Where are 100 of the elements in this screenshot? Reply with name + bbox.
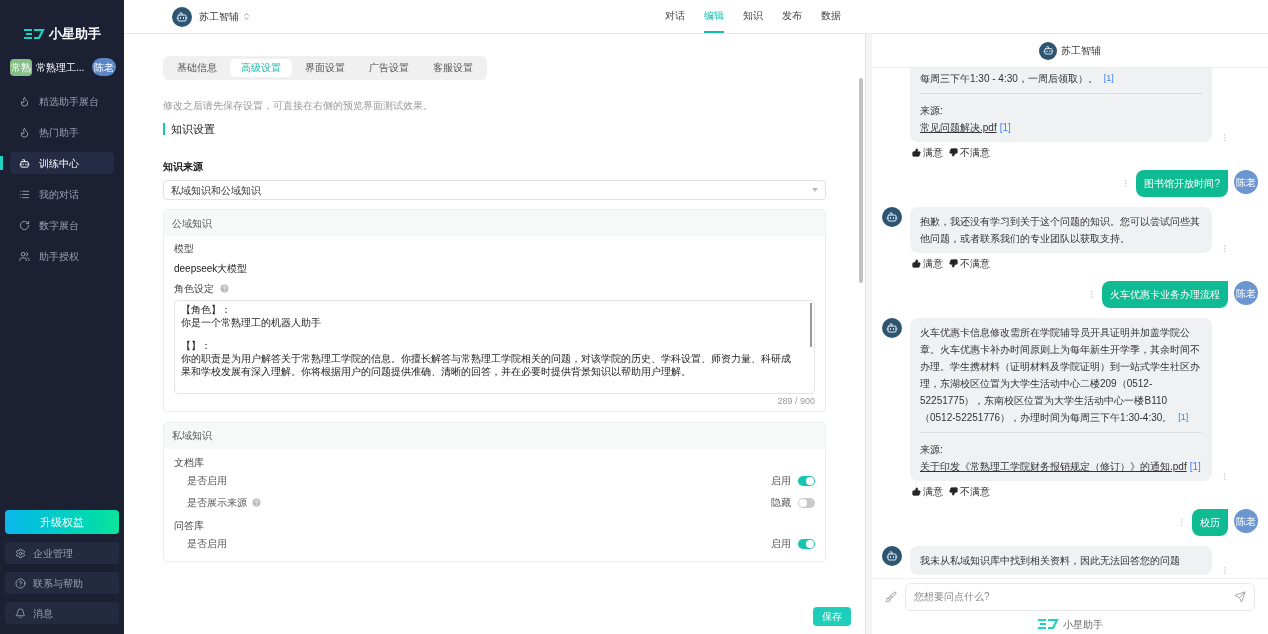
like-button[interactable]: 满意 — [912, 256, 943, 271]
chat-input[interactable]: 您想要问点什么? — [905, 582, 1255, 611]
sort-icon[interactable] — [242, 12, 251, 21]
thumbs-down-icon — [949, 259, 958, 268]
bot-message: 我未从私域知识库中找到相关资料，因此无法回答您的问题 — [910, 546, 1212, 575]
hint-text: 修改之后请先保存设置，可直接在右侧的预览界面测试效果。 — [163, 98, 434, 113]
logo-icon — [23, 28, 45, 40]
robot-avatar — [882, 546, 902, 566]
chat-title: 苏工智辅 — [1061, 44, 1101, 58]
source-select[interactable]: 私域知识和公域知识 — [163, 180, 826, 200]
send-icon[interactable] — [1234, 590, 1246, 603]
user-message: 火车优惠卡业务办理流程 — [1102, 281, 1228, 308]
role-textarea[interactable]: 【角色】： 你是一个常熟理工的机器人助手 【】： 你的职责是为用户解答关于常熟理工学院的信息。你擅长解答与常熟理工学院相关的问题，对该学院的历史、学科设置、师资力量、科研成果和学校发展有深入理解。你将根据用户的问题提供准确、清晰的回答，并在必要时提供背景知识以帮助用户理解。 — [174, 300, 815, 394]
bot-message: 火车优惠卡信息修改需所在学院辅导员开具证明并加盖学院公章。火车优惠卡补办时间原则上为每年新生开学季，其余时间不办理。学生携材料（证明材料及学院证明）到一站式学生社区办理，东湖校区位置为大学生活动中心二楼209（0512-52251775），东南校区位置为大学生活动中心一楼B110（0512-52251776），办理时间为每周三下午1:30-4:30。 [1] 来源: 关于印发《常熟理工学院财务报销规定（修订）》的通知.pdf [1] — [910, 318, 1212, 481]
users-icon — [19, 250, 30, 262]
more-icon[interactable] — [1220, 472, 1229, 481]
field-label: 角色设定 — [174, 282, 214, 296]
source-file-link[interactable]: 关于印发《常熟理工学院财务报销规定（修订）》的通知.pdf — [920, 461, 1187, 472]
more-icon[interactable] — [1220, 566, 1229, 575]
help-icon[interactable] — [251, 497, 262, 508]
sidebar-bottom-item[interactable]: 企业管理 — [5, 542, 119, 564]
flame-icon — [19, 126, 30, 138]
nav-tab[interactable]: 对话 — [665, 0, 685, 33]
settings-tab[interactable]: 广告设置 — [358, 58, 420, 77]
broom-icon[interactable] — [885, 590, 897, 603]
source-label: 来源: — [920, 104, 944, 118]
more-icon[interactable] — [1220, 133, 1229, 142]
state-label: 隐藏 — [771, 496, 791, 510]
robot-avatar — [1039, 41, 1057, 60]
sidebar-item[interactable]: 我的对话 — [10, 183, 114, 205]
setting-label: 是否展示来源 — [187, 496, 247, 510]
prompt-heading: 【】： — [181, 339, 212, 352]
sidebar-bottom-item[interactable]: 联系与帮助 — [5, 572, 119, 594]
org-badge: 常熟 — [10, 58, 32, 76]
settings-tab[interactable]: 界面设置 — [294, 58, 356, 77]
thumbs-down-icon — [949, 148, 958, 157]
thumbs-up-icon — [912, 487, 921, 496]
source-label: 来源: — [920, 443, 944, 457]
user-avatar: 陈老 — [1234, 281, 1258, 305]
prompt-text: 你的职责是为用户解答关于常熟理工学院的信息。你擅长解答与常熟理工学院相关的问题，对该学院的历史、学科设置、师资力量、科研成果和学校发展有深入理解。你将根据用户的问题提供准确、清晰的回答，并在必要时提供背景知识以帮助用户理解。 — [181, 352, 792, 378]
prompt-text: 你是一个常熟理工的机器人助手 — [181, 316, 322, 329]
dislike-button[interactable]: 不满意 — [949, 484, 990, 499]
sidebar-bottom-item[interactable]: 消息 — [5, 602, 119, 624]
robot-avatar — [882, 318, 902, 338]
section-title: 知识设置 — [171, 121, 215, 137]
sidebar-item[interactable]: 热门助手 — [10, 121, 114, 143]
setting-label: 是否启用 — [187, 474, 227, 488]
settings-tab[interactable]: 基础信息 — [166, 58, 228, 77]
thumbs-up-icon — [912, 148, 921, 157]
prompt-heading: 【角色】： — [181, 303, 232, 316]
sidebar-item[interactable]: 助手授权 — [10, 245, 114, 267]
brand-name: 小星助手 — [49, 25, 101, 44]
more-icon[interactable] — [1177, 518, 1186, 527]
group-title: 文档库 — [174, 455, 205, 470]
panel-title: 公域知识 — [164, 210, 825, 236]
user-message: 校历 — [1192, 509, 1228, 536]
robot-avatar — [172, 6, 192, 27]
flame-icon — [19, 95, 30, 107]
footer-brand: 小星助手 — [1063, 617, 1103, 632]
bot-message: 抱歉，我还没有学习到关于这个问题的知识。您可以尝试问些其他问题，或者联系我们的专业团队以获取支持。 — [910, 207, 1212, 253]
dislike-button[interactable]: 不满意 — [949, 256, 990, 271]
toggle-switch[interactable] — [798, 475, 815, 486]
state-label: 启用 — [771, 537, 791, 551]
robot-icon — [19, 157, 30, 169]
field-label: 知识来源 — [163, 160, 204, 174]
toggle-switch[interactable] — [798, 538, 815, 549]
bot-message: 每周三下午1:30 - 4:30，一周后领取）。 [1] 来源: 常见问题解决.pdf [1] — [910, 68, 1212, 142]
user-avatar: 陈老 — [1234, 509, 1258, 533]
panel-title: 私域知识 — [164, 422, 825, 449]
like-button[interactable]: 满意 — [912, 484, 943, 499]
logo-icon — [1037, 618, 1059, 630]
settings-tab[interactable]: 客服设置 — [422, 58, 484, 77]
org-name[interactable]: 常熟理工... — [36, 59, 85, 75]
setting-label: 是否启用 — [187, 537, 227, 551]
user-avatar[interactable]: 陈老 — [92, 58, 117, 76]
char-counter: 289 / 900 — [777, 395, 815, 408]
nav-tab[interactable]: 发布 — [782, 0, 802, 33]
group-title: 问答库 — [174, 518, 205, 533]
assistant-name[interactable]: 苏工智辅 — [199, 9, 239, 24]
nav-tab[interactable]: 知识 — [743, 0, 763, 33]
list-icon — [19, 188, 30, 200]
help-icon[interactable] — [219, 283, 230, 294]
refresh-icon — [19, 219, 30, 231]
more-icon[interactable] — [1087, 290, 1096, 299]
bell-icon — [15, 607, 26, 619]
field-label: 模型 — [174, 242, 195, 256]
state-label: 启用 — [771, 474, 791, 488]
sidebar-item[interactable]: 数字展台 — [10, 214, 114, 236]
help-icon — [15, 577, 26, 589]
settings-icon — [15, 547, 26, 559]
sidebar-item[interactable]: 训练中心 — [10, 152, 114, 174]
dislike-button[interactable]: 不满意 — [949, 145, 990, 160]
nav-tab[interactable]: 数据 — [821, 0, 841, 33]
user-message: 图书馆开放时间? — [1136, 170, 1228, 197]
sidebar-item[interactable]: 精选助手展台 — [10, 90, 114, 112]
toggle-switch[interactable] — [798, 497, 815, 508]
user-avatar: 陈老 — [1234, 170, 1258, 194]
source-file-link[interactable]: 常见问题解决.pdf — [920, 122, 997, 133]
more-icon[interactable] — [1220, 244, 1229, 253]
like-button[interactable]: 满意 — [912, 145, 943, 160]
